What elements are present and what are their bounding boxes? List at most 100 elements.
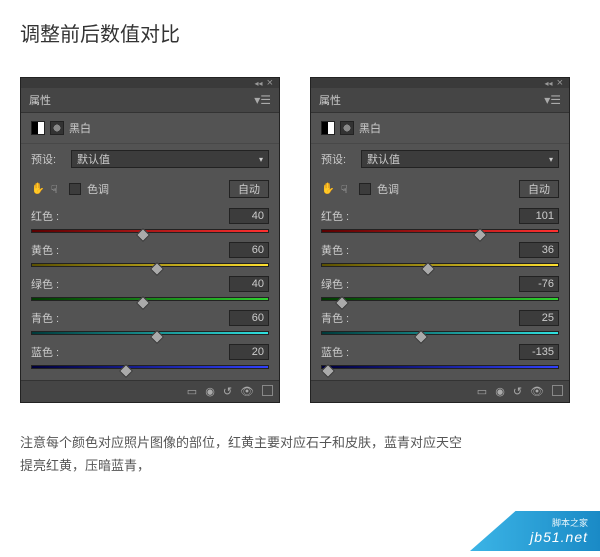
chevron-down-icon: ▾ <box>259 155 263 164</box>
chevron-down-icon: ▾ <box>549 155 553 164</box>
tint-row: ✋ ☟ 色调 自动 <box>311 174 569 204</box>
preset-value: 默认值 <box>77 151 110 167</box>
panel-footer: ▭ ◉ ↺ 👁 <box>21 380 279 402</box>
preset-label: 预设: <box>31 151 65 167</box>
panel-footer: ▭ ◉ ↺ 👁 <box>311 380 569 402</box>
panel-before: ◂◂ × 属性 ▾☰ 黑白 预设: 默认值 ▾ ✋ ☟ 色调 自动 <box>20 77 280 403</box>
target-tool-icon[interactable]: ☟ <box>341 183 353 195</box>
watermark-text: jb51.net <box>530 529 588 545</box>
slider-cyan: 青色 : 25 <box>321 310 559 338</box>
slider-green-track[interactable] <box>31 294 269 304</box>
reset-icon[interactable]: ↺ <box>513 385 522 398</box>
sliders-group: 红色 : 40 黄色 : 60 绿色 : 40 青色 : 60 蓝色 : 20 <box>21 204 279 380</box>
reset-icon[interactable]: ↺ <box>223 385 232 398</box>
auto-button[interactable]: 自动 <box>519 180 559 198</box>
slider-red-track[interactable] <box>31 226 269 236</box>
tint-label: 色调 <box>377 181 399 197</box>
slider-red-value[interactable]: 101 <box>519 208 559 224</box>
slider-yellow-track[interactable] <box>321 260 559 270</box>
slider-blue: 蓝色 : 20 <box>31 344 269 372</box>
trash-icon[interactable] <box>262 385 273 396</box>
adjustment-type-row: 黑白 <box>311 113 569 144</box>
tint-label: 色调 <box>87 181 109 197</box>
slider-red-label: 红色 : <box>31 208 59 224</box>
slider-cyan: 青色 : 60 <box>31 310 269 338</box>
slider-blue-track[interactable] <box>321 362 559 372</box>
slider-green-track[interactable] <box>321 294 559 304</box>
panel-after: ◂◂ × 属性 ▾☰ 黑白 预设: 默认值 ▾ ✋ ☟ 色调 自动 <box>310 77 570 403</box>
slider-green-value[interactable]: 40 <box>229 276 269 292</box>
watermark: 脚本之家 jb51.net <box>470 511 600 551</box>
visibility-icon[interactable]: 👁 <box>240 385 254 398</box>
slider-cyan-track[interactable] <box>321 328 559 338</box>
tint-checkbox[interactable] <box>359 183 371 195</box>
view-prev-icon[interactable]: ◉ <box>495 385 505 398</box>
preset-value: 默认值 <box>367 151 400 167</box>
mask-thumb-icon <box>340 121 354 135</box>
clip-icon[interactable]: ▭ <box>187 385 197 398</box>
caption: 注意每个颜色对应照片图像的部位，红黄主要对应石子和皮肤，蓝青对应天空 提亮红黄，… <box>0 413 600 478</box>
slider-cyan-value[interactable]: 60 <box>229 310 269 326</box>
caption-line2: 提亮红黄，压暗蓝青， <box>20 454 580 477</box>
auto-button[interactable]: 自动 <box>229 180 269 198</box>
panel-header: 属性 ▾☰ <box>21 88 279 113</box>
slider-yellow-track[interactable] <box>31 260 269 270</box>
slider-cyan-value[interactable]: 25 <box>519 310 559 326</box>
slider-green: 绿色 :-76 <box>321 276 559 304</box>
slider-red: 红色 : 40 <box>31 208 269 236</box>
comparison-panels: ◂◂ × 属性 ▾☰ 黑白 预设: 默认值 ▾ ✋ ☟ 色调 自动 <box>0 57 600 413</box>
adjustment-name: 黑白 <box>69 120 91 136</box>
view-prev-icon[interactable]: ◉ <box>205 385 215 398</box>
slider-yellow-value[interactable]: 36 <box>519 242 559 258</box>
slider-blue-track[interactable] <box>31 362 269 372</box>
caption-line1: 注意每个颜色对应照片图像的部位，红黄主要对应石子和皮肤，蓝青对应天空 <box>20 431 580 454</box>
panel-options-icon[interactable]: ▾☰ <box>254 93 271 107</box>
panel-menu-icon[interactable]: × <box>267 77 273 89</box>
slider-red-track[interactable] <box>321 226 559 236</box>
hand-tool-icon[interactable]: ✋ <box>321 182 335 196</box>
clip-icon[interactable]: ▭ <box>477 385 487 398</box>
slider-yellow-label: 黄色 : <box>31 242 59 258</box>
mask-thumb-icon <box>50 121 64 135</box>
slider-red-label: 红色 : <box>321 208 349 224</box>
slider-blue-label: 蓝色 : <box>321 344 349 360</box>
slider-blue-value[interactable]: -135 <box>519 344 559 360</box>
slider-green-label: 绿色 : <box>31 276 59 292</box>
sliders-group: 红色 : 101 黄色 : 36 绿色 :-76 青色 : 25 蓝色 : -135 <box>311 204 569 380</box>
hand-tool-icon[interactable]: ✋ <box>31 182 45 196</box>
panel-top-bar: ◂◂ × <box>311 78 569 88</box>
preset-row: 预设: 默认值 ▾ <box>21 144 279 174</box>
panel-header-label: 属性 <box>319 92 341 108</box>
tint-row: ✋ ☟ 色调 自动 <box>21 174 279 204</box>
slider-blue-label: 蓝色 : <box>31 344 59 360</box>
panel-menu-icon[interactable]: × <box>557 77 563 89</box>
adjustment-type-row: 黑白 <box>21 113 279 144</box>
slider-yellow-label: 黄色 : <box>321 242 349 258</box>
target-tool-icon[interactable]: ☟ <box>51 183 63 195</box>
slider-green: 绿色 : 40 <box>31 276 269 304</box>
slider-blue: 蓝色 : -135 <box>321 344 559 372</box>
collapse-icon[interactable]: ◂◂ <box>255 79 263 88</box>
watermark-sub: 脚本之家 <box>552 516 588 529</box>
page-title: 调整前后数值对比 <box>0 0 600 57</box>
trash-icon[interactable] <box>552 385 563 396</box>
slider-cyan-track[interactable] <box>31 328 269 338</box>
adjustment-name: 黑白 <box>359 120 381 136</box>
panel-top-bar: ◂◂ × <box>21 78 279 88</box>
preset-row: 预设: 默认值 ▾ <box>311 144 569 174</box>
slider-green-value[interactable]: -76 <box>519 276 559 292</box>
tint-checkbox[interactable] <box>69 183 81 195</box>
slider-yellow-value[interactable]: 60 <box>229 242 269 258</box>
slider-cyan-label: 青色 : <box>321 310 349 326</box>
panel-header-label: 属性 <box>29 92 51 108</box>
visibility-icon[interactable]: 👁 <box>530 385 544 398</box>
slider-cyan-label: 青色 : <box>31 310 59 326</box>
preset-select[interactable]: 默认值 ▾ <box>361 150 559 168</box>
slider-red: 红色 : 101 <box>321 208 559 236</box>
slider-red-value[interactable]: 40 <box>229 208 269 224</box>
preset-select[interactable]: 默认值 ▾ <box>71 150 269 168</box>
slider-blue-value[interactable]: 20 <box>229 344 269 360</box>
panel-options-icon[interactable]: ▾☰ <box>544 93 561 107</box>
collapse-icon[interactable]: ◂◂ <box>545 79 553 88</box>
bw-thumb-icon <box>31 121 45 135</box>
